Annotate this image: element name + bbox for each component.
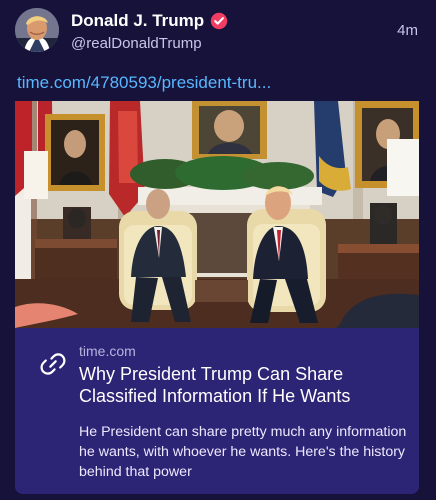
verified-badge-icon xyxy=(210,12,228,30)
post-header: Donald J. Trump @realDonaldTrump xyxy=(71,10,371,52)
author-handle[interactable]: @realDonaldTrump xyxy=(71,35,371,52)
card-domain: time.com xyxy=(79,343,136,359)
author-name-row: Donald J. Trump xyxy=(71,10,371,32)
post-url-link[interactable]: time.com/4780593/president-tru... xyxy=(17,73,271,93)
author-display-name[interactable]: Donald J. Trump xyxy=(71,11,204,31)
avatar[interactable] xyxy=(15,8,59,52)
avatar-image xyxy=(15,8,59,52)
article-photo xyxy=(15,101,419,328)
social-post: Donald J. Trump @realDonaldTrump 4m time… xyxy=(0,0,436,500)
post-timestamp[interactable]: 4m xyxy=(397,22,418,39)
card-description: He President can share pretty much any i… xyxy=(79,424,407,480)
link-preview-details: time.com Why President Trump Can Share C… xyxy=(15,328,419,494)
link-icon xyxy=(40,351,66,377)
card-title[interactable]: Why President Trump Can Share Classified… xyxy=(79,363,399,407)
link-preview-card[interactable]: time.com Why President Trump Can Share C… xyxy=(15,101,419,494)
